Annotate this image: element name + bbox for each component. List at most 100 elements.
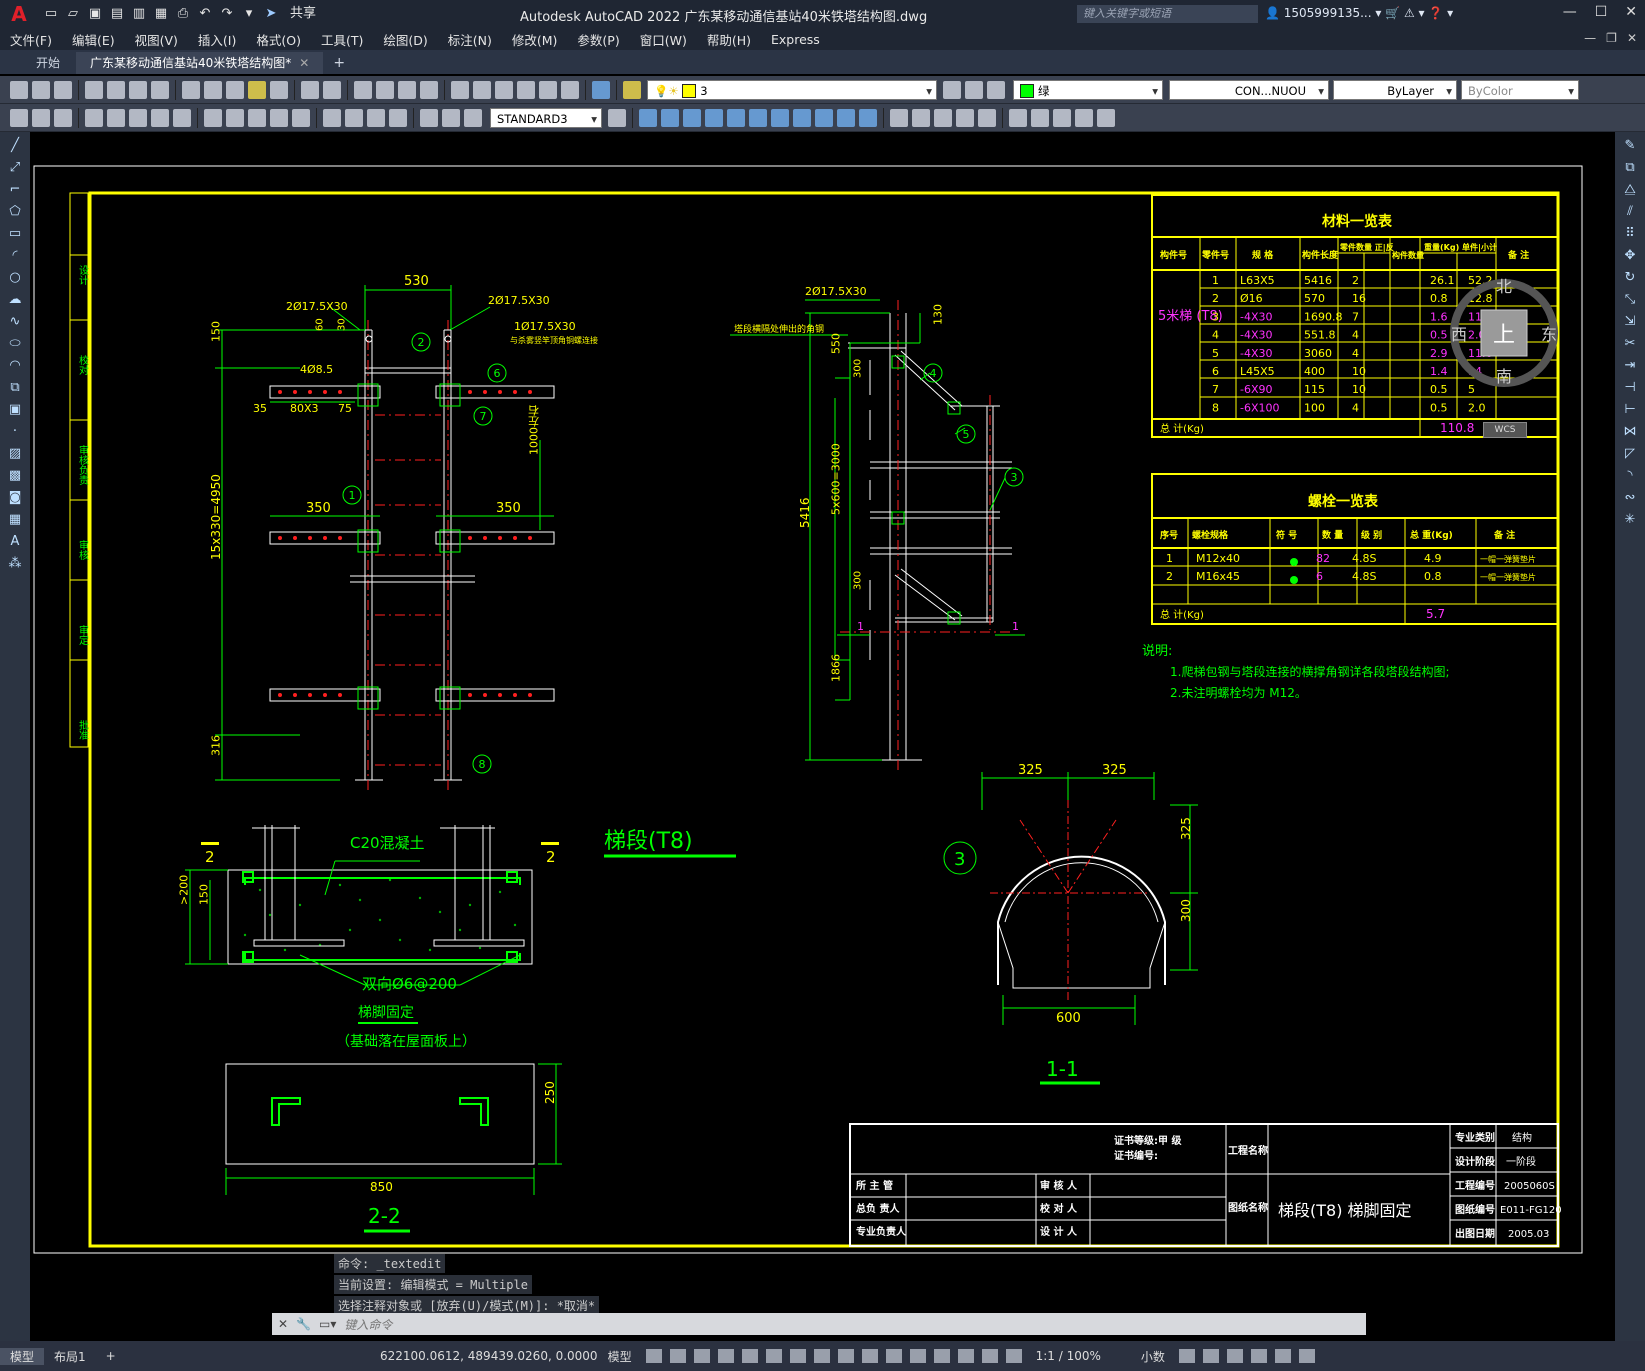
point-icon[interactable]: · [6, 424, 24, 440]
transparency-icon[interactable] [837, 1349, 854, 1363]
dimension-text-edit-icon[interactable] [442, 108, 460, 127]
move-icon[interactable]: ✥ [1621, 248, 1639, 264]
plot-icon[interactable] [85, 80, 103, 99]
3d-osnap-icon[interactable] [885, 1349, 902, 1363]
polygon-icon[interactable]: ⬠ [6, 204, 24, 220]
ucs-previous-icon[interactable] [1053, 108, 1071, 127]
drawing-minimize-button[interactable]: — [1584, 31, 1596, 45]
center-mark-icon[interactable] [345, 108, 363, 127]
spline-icon[interactable]: ∿ [6, 314, 24, 330]
line-icon[interactable]: ╱ [6, 138, 24, 154]
color-dropdown[interactable]: 绿 [1013, 79, 1163, 101]
quick-properties-icon[interactable] [1178, 1349, 1195, 1363]
coordinates-readout[interactable]: 622100.0612, 489439.0260, 0.0000 [380, 1349, 598, 1363]
break-at-point-icon[interactable]: ⊣ [1621, 380, 1639, 396]
diameter-icon[interactable] [151, 108, 169, 127]
blend-curves-icon[interactable]: ∾ [1621, 490, 1639, 506]
angular-icon[interactable] [173, 108, 191, 127]
multiline-text-icon[interactable]: A [6, 534, 24, 550]
tolerance-icon[interactable] [323, 108, 341, 127]
radius-icon[interactable] [107, 108, 125, 127]
quickcalc-icon[interactable] [561, 80, 579, 99]
menu-insert[interactable]: 插入(I) [198, 30, 236, 49]
command-prompt-icon[interactable]: ▭▾ [319, 1317, 336, 1331]
linear-dimension-icon[interactable] [10, 108, 28, 127]
drawing-canvas[interactable]: 设计 校对 审核负责 审核 审定 批准 530 2Ø17.5X30 2Ø17.5… [30, 132, 1615, 1342]
save-icon[interactable] [54, 80, 72, 99]
viewcube[interactable]: 北 南 东 西 上 WCS [1449, 277, 1559, 438]
baseline-icon[interactable] [226, 108, 244, 127]
save-web-icon[interactable]: ▦ [152, 6, 170, 22]
jogged-linear-icon[interactable] [389, 108, 407, 127]
jogged-icon[interactable] [129, 108, 147, 127]
menu-window[interactable]: 窗口(W) [640, 30, 687, 49]
zoom-window-icon[interactable] [398, 80, 416, 99]
new-icon[interactable] [10, 80, 28, 99]
share-icon[interactable]: ➤ [262, 6, 280, 22]
viewcube-top-face[interactable]: 上 [1493, 323, 1515, 348]
lineweight-dropdown[interactable]: ByLayer [1333, 79, 1457, 101]
units-dropdown[interactable]: 小数 [1141, 1348, 1165, 1365]
menu-file[interactable]: 文件(F) [10, 30, 52, 49]
view-se-iso-icon[interactable] [793, 108, 811, 127]
isolate-objects-icon[interactable] [1226, 1349, 1243, 1363]
copy-object-icon[interactable]: ⧉ [1621, 160, 1639, 176]
aligned-dimension-icon[interactable] [32, 108, 50, 127]
view-front-icon[interactable] [727, 108, 745, 127]
pan-icon[interactable] [354, 80, 372, 99]
polyline-icon[interactable]: ⌐ [6, 182, 24, 198]
copy-icon[interactable] [204, 80, 222, 99]
menu-modify[interactable]: 修改(M) [512, 30, 558, 49]
share-button[interactable]: 共享 [290, 6, 316, 22]
view-nw-iso-icon[interactable] [837, 108, 855, 127]
view-ne-iso-icon[interactable] [815, 108, 833, 127]
make-current-layer-icon[interactable] [943, 80, 961, 99]
search-input[interactable]: 键入关键字或短语 [1077, 5, 1258, 23]
dynamic-ucs-icon[interactable] [909, 1349, 926, 1363]
erase-icon[interactable]: ✎ [1621, 138, 1639, 154]
view-sw-iso-icon[interactable] [771, 108, 789, 127]
drawing-close-button[interactable]: ✕ [1627, 31, 1637, 45]
dimension-break-icon[interactable] [292, 108, 310, 127]
ucs-icon[interactable] [1009, 108, 1027, 127]
revision-cloud-icon[interactable]: ☁ [6, 292, 24, 308]
extend-icon[interactable]: ⇥ [1621, 358, 1639, 374]
drawing-restore-button[interactable]: ❐ [1606, 31, 1617, 45]
view-left-icon[interactable] [683, 108, 701, 127]
maximize-button[interactable]: ☐ [1595, 4, 1608, 20]
dimension-update-icon[interactable] [464, 108, 482, 127]
layer-previous-icon[interactable] [965, 80, 983, 99]
save-as-icon[interactable]: ▤ [108, 6, 126, 22]
close-button[interactable]: ✕ [1625, 4, 1637, 20]
scale-icon[interactable]: ⤡ [1621, 292, 1639, 308]
new-tab-button[interactable]: + [325, 52, 353, 74]
model-space-button[interactable]: 模型 [608, 1348, 632, 1365]
table-icon[interactable]: ▦ [6, 512, 24, 528]
tab-model[interactable]: 模型 [0, 1347, 45, 1365]
object-snap-icon[interactable] [789, 1349, 806, 1363]
wcs-button[interactable]: WCS [1483, 422, 1527, 438]
undo-icon[interactable] [301, 80, 319, 99]
ellipse-icon[interactable]: ⬭ [6, 336, 24, 352]
camera-icon[interactable] [859, 108, 877, 127]
viewcube-south[interactable]: 南 [1496, 367, 1512, 386]
visual-style-manager-icon[interactable] [978, 108, 996, 127]
annotation-visibility-icon[interactable] [981, 1349, 998, 1363]
arc-icon[interactable]: ◜ [6, 248, 24, 264]
continue-icon[interactable] [248, 108, 266, 127]
menu-express[interactable]: Express [771, 32, 820, 47]
add-layout-button[interactable]: + [96, 1349, 126, 1363]
region-icon[interactable]: ◙ [6, 490, 24, 506]
snap-icon[interactable] [669, 1349, 686, 1363]
viewcube-west[interactable]: 西 [1451, 325, 1467, 344]
tab-start[interactable]: 开始 [22, 52, 74, 74]
add-selected-icon[interactable]: ⁂ [6, 556, 24, 572]
save-icon[interactable]: ▣ [86, 6, 104, 22]
ucs-face-icon[interactable] [1075, 108, 1093, 127]
fillet-icon[interactable]: ◝ [1621, 468, 1639, 484]
design-center-icon[interactable] [473, 80, 491, 99]
redo-icon[interactable] [323, 80, 341, 99]
selection-filter-icon[interactable] [933, 1349, 950, 1363]
tool-palettes-icon[interactable] [495, 80, 513, 99]
view-right-icon[interactable] [705, 108, 723, 127]
